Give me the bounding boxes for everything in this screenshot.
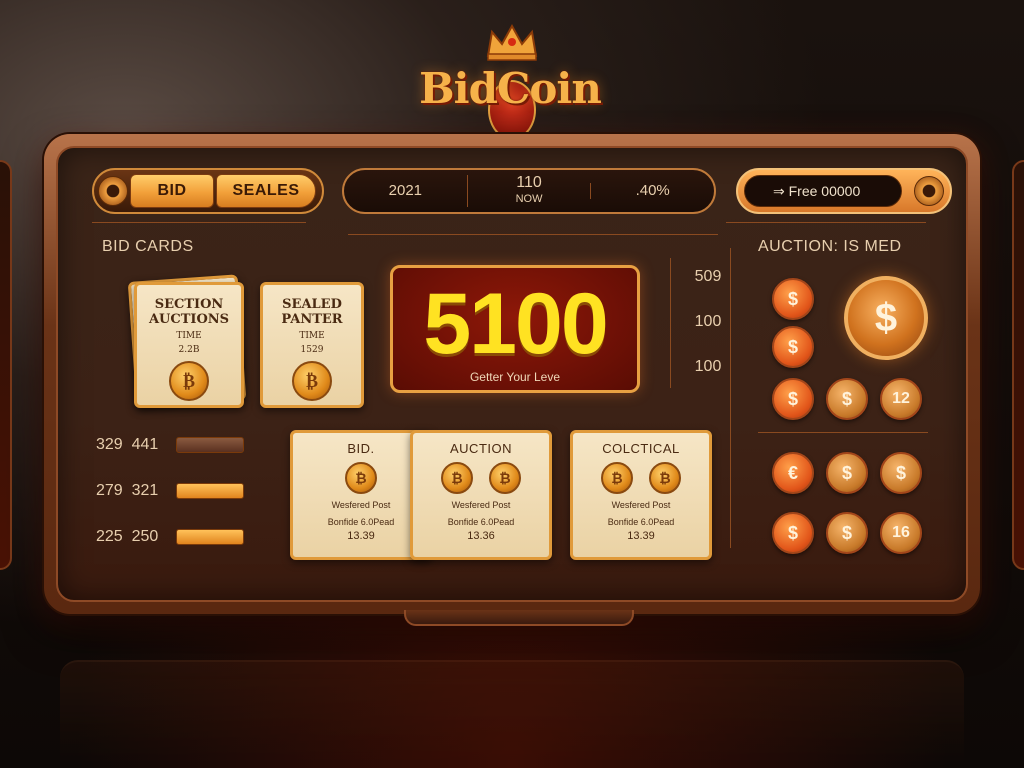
divider — [348, 234, 718, 235]
dollar-coin[interactable]: $ — [772, 326, 814, 368]
dollar-coin[interactable]: $ — [772, 512, 814, 554]
main-value-caption: Getter Your Leve — [469, 370, 561, 384]
list-value-a: 279 — [96, 482, 123, 499]
dollar-coin[interactable]: $ — [826, 378, 868, 420]
logo: BidCoin — [410, 22, 610, 140]
coin-icon: ₿ — [489, 462, 521, 494]
divider — [758, 432, 928, 433]
auction-card-desc: Bonfide 6.0Pead — [447, 517, 515, 527]
bid-card-title: SECTION AUCTIONS — [148, 297, 230, 327]
divider — [726, 222, 926, 223]
list-item[interactable]: 225 250 — [96, 526, 244, 548]
bid-card-sub: TIME — [299, 331, 325, 341]
list-item[interactable]: 279 321 — [96, 480, 244, 502]
stat-value-number: 110 — [516, 174, 542, 191]
free-balance-box: ⇒ Free 00000 — [736, 168, 952, 214]
list-values: 225 250 — [96, 528, 176, 546]
auction-card-price: 13.39 — [347, 530, 375, 542]
auction-card-price: 13.39 — [627, 530, 655, 542]
bid-card-value: 1529 — [300, 345, 324, 355]
auction-card[interactable]: COLCTICAL ₿ ₿ Wesfered Post Bonfide 6.0P… — [570, 430, 712, 560]
crown-icon — [486, 23, 538, 61]
bid-cards-heading: BID CARDS — [102, 238, 194, 255]
free-balance-value: Free 00000 — [788, 183, 861, 199]
main-panel: BID SEALES 2021 110 NOW .40% ⇒ Free 0000… — [44, 134, 980, 626]
list-item[interactable]: 329 441 — [96, 434, 244, 456]
free-balance-field[interactable]: ⇒ Free 00000 — [744, 175, 902, 207]
bid-card[interactable]: SEALED PANTER TIME 1529 ₿ — [260, 282, 364, 408]
auction-card-desc: Bonfide 6.0Pead — [327, 517, 395, 527]
divider — [670, 258, 671, 388]
bid-card[interactable]: SECTION AUCTIONS TIME 2.2B ₿ — [134, 282, 244, 408]
bid-button[interactable]: BID — [130, 174, 214, 208]
list-value-b: 321 — [131, 482, 159, 499]
list-value-a: 329 — [96, 436, 123, 453]
list-values: 329 441 — [96, 436, 176, 454]
auction-card-desc: Wesfered Post — [331, 500, 391, 510]
coin-icon: ₿ — [292, 361, 332, 401]
auction-card-desc: Wesfered Post — [451, 500, 511, 510]
stat-percent: .40% — [590, 183, 714, 199]
dollar-coin[interactable]: $ — [772, 278, 814, 320]
stat-value-caption: NOW — [515, 193, 543, 205]
auction-card-title: BID. — [347, 441, 375, 456]
coin-icon: ₿ — [345, 462, 377, 494]
main-value-display: 5100 Getter Your Leve — [390, 265, 640, 393]
coin-icon: ₿ — [601, 462, 633, 494]
auction-card[interactable]: AUCTION ₿ ₿ Wesfered Post Bonfide 6.0Pea… — [410, 430, 552, 560]
side-stat: 100 — [694, 313, 722, 330]
stat-value: 110 NOW — [466, 174, 591, 207]
bid-card-title: SEALED PANTER — [281, 297, 343, 327]
list-value-b: 441 — [131, 436, 159, 453]
coin-icon: ₿ — [441, 462, 473, 494]
arrow-icon: ⇒ — [773, 183, 785, 199]
dollar-coin[interactable]: $ — [826, 512, 868, 554]
progress-bar — [176, 529, 244, 545]
main-value-number: 5100 — [423, 276, 608, 372]
stats-bar: 2021 110 NOW .40% — [342, 168, 716, 214]
auction-card-title: COLCTICAL — [602, 441, 680, 456]
main-panel-inner: BID SEALES 2021 110 NOW .40% ⇒ Free 0000… — [56, 146, 968, 602]
auction-card-title: AUCTION — [450, 441, 512, 456]
list-values: 279 321 — [96, 482, 176, 500]
progress-bar — [176, 437, 244, 453]
coin-icon: ₿ — [649, 462, 681, 494]
knob-icon-right[interactable] — [914, 176, 944, 206]
side-stat: 100 — [694, 358, 722, 375]
auction-status-heading: AUCTION: IS MED — [758, 238, 902, 255]
euro-coin[interactable]: € — [772, 452, 814, 494]
sealed-button[interactable]: SEALES — [216, 174, 316, 208]
game-screen: BidCoin BID SEALES 2021 110 NOW .40% ⇒ F… — [0, 0, 1024, 768]
list-value-a: 225 — [96, 528, 123, 545]
coin-icon: ₿ — [169, 361, 209, 401]
floor-reflection — [60, 660, 964, 768]
panel-tab — [404, 610, 634, 626]
mode-toggle: BID SEALES — [92, 168, 324, 214]
coin-count[interactable]: 12 — [880, 378, 922, 420]
auction-card-desc: Bonfide 6.0Pead — [607, 517, 675, 527]
dollar-coin[interactable]: $ — [826, 452, 868, 494]
auction-card-price: 13.36 — [467, 530, 495, 542]
logo-text: BidCoin — [419, 64, 602, 113]
bid-card-sub: TIME — [176, 331, 202, 341]
bid-card-value: 2.2B — [178, 345, 200, 355]
coin-count[interactable]: 16 — [880, 512, 922, 554]
dollar-coin-large[interactable]: $ — [844, 276, 928, 360]
dollar-coin[interactable]: $ — [880, 452, 922, 494]
divider — [730, 248, 731, 548]
side-stats: 509 100 100 — [678, 268, 738, 403]
stat-year: 2021 — [388, 182, 423, 199]
dollar-coin[interactable]: $ — [772, 378, 814, 420]
side-panel-right — [1012, 160, 1024, 570]
auction-card-desc: Wesfered Post — [611, 500, 671, 510]
divider — [92, 222, 306, 223]
side-stat: 509 — [694, 268, 722, 285]
side-panel-left — [0, 160, 12, 570]
progress-bar — [176, 483, 244, 499]
knob-icon[interactable] — [98, 176, 128, 206]
list-value-b: 250 — [131, 528, 159, 545]
